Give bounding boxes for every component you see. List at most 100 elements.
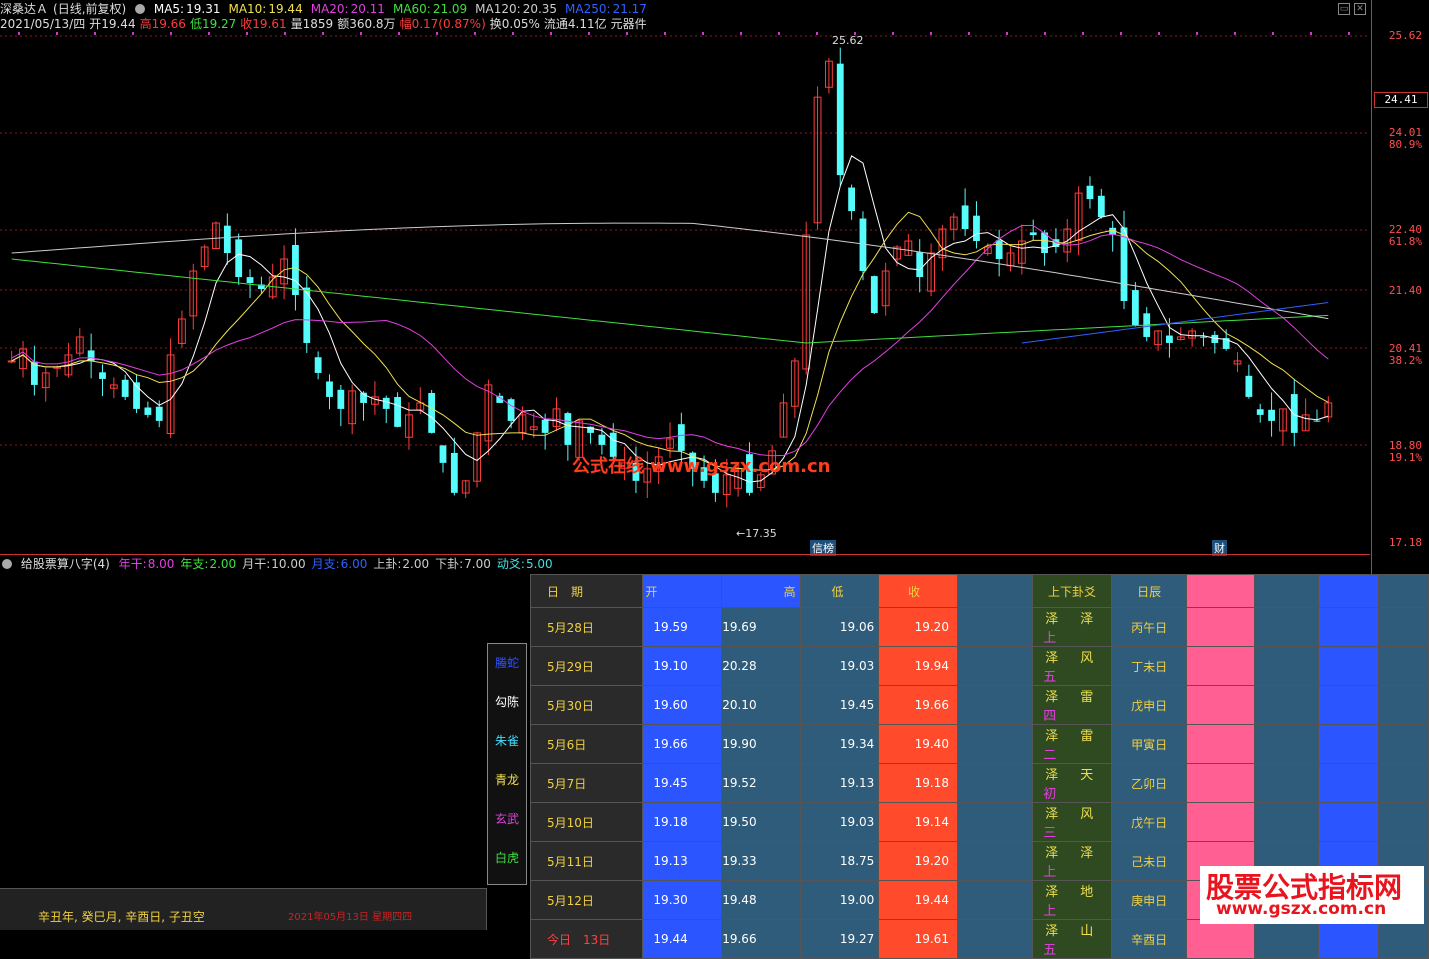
price-tick: 80.9% <box>1388 138 1422 151</box>
candle-down <box>1086 185 1094 200</box>
cell-low: 19.13 <box>799 763 880 803</box>
period-dot <box>56 32 58 35</box>
param-label: 下卦: <box>435 557 464 571</box>
high-price-label: 25.62 <box>832 34 864 47</box>
brand-url: www.gszx.com.cn <box>1216 899 1387 919</box>
gua-g3: 上 <box>1043 865 1057 880</box>
cell-date: 5月30日 <box>529 685 644 725</box>
cell-low: 19.06 <box>799 607 880 647</box>
gua-g2: 雷 <box>1080 729 1094 744</box>
cell-high: 19.90 <box>721 724 801 764</box>
cell-col-c <box>1377 724 1429 764</box>
table-row[interactable]: 今日 13日 19.44 19.66 19.27 19.61 泽 山五 辛酉日 <box>529 919 1429 959</box>
candle-down <box>1166 335 1173 343</box>
candle-down <box>1245 375 1253 397</box>
cell-pink <box>1186 763 1256 803</box>
candle-down <box>121 379 129 397</box>
table-row[interactable]: 5月28日 19.59 19.69 19.06 19.20 泽 泽上 丙午日 <box>529 607 1429 647</box>
price-tick: 61.8% <box>1388 235 1422 248</box>
gua-g1: 泽 <box>1045 846 1059 861</box>
candle-down <box>541 419 549 433</box>
table-row[interactable]: 5月7日 19.45 19.52 19.13 19.18 泽 天初 乙卯日 <box>529 763 1429 803</box>
cell-col-b <box>1317 724 1379 764</box>
gua-g1: 泽 <box>1045 768 1059 783</box>
gua-g2: 泽 <box>1080 612 1094 627</box>
cell-close: 19.20 <box>878 607 958 647</box>
candle-down <box>1200 336 1207 338</box>
period-dot <box>702 32 704 35</box>
cell-day: 乙卯日 <box>1110 763 1188 803</box>
candle-down <box>337 389 345 409</box>
period-dot <box>208 32 210 35</box>
settings-circle-icon[interactable] <box>135 4 146 14</box>
table-row[interactable]: 5月30日 19.60 20.10 19.45 19.66 泽 雷四 戊申日 <box>529 685 1429 725</box>
candle-down <box>314 357 322 373</box>
header-date: 日 期 <box>529 574 644 608</box>
ganzhi-text: 辛丑年, 癸巳月, 辛酉日, 子丑空 <box>38 910 205 924</box>
gua-g3: 二 <box>1043 748 1057 763</box>
low-price-label: ←17.35 <box>736 527 777 540</box>
gua-g1: 泽 <box>1045 924 1059 939</box>
cell-high: 19.48 <box>721 880 801 920</box>
period-dot <box>94 32 96 35</box>
cell-low: 18.75 <box>799 841 880 881</box>
gua-g2: 山 <box>1080 924 1094 939</box>
period-dot <box>892 32 894 35</box>
cell-close: 19.40 <box>878 724 958 764</box>
period-dot <box>284 32 286 35</box>
table-row[interactable]: 5月10日 19.18 19.50 19.03 19.14 泽 风三 戊午日 <box>529 802 1429 842</box>
param-value: 2.00 <box>209 557 237 571</box>
cell-col-c <box>1377 763 1429 803</box>
cell-close: 19.18 <box>878 763 958 803</box>
quote-date: 2021/05/13/四 <box>0 17 86 31</box>
param-label: 年干: <box>118 557 147 571</box>
cell-close: 19.20 <box>878 841 958 881</box>
ma-value: 20.11 <box>350 2 385 16</box>
candle-down <box>439 445 447 463</box>
cell-close: 19.94 <box>878 646 958 686</box>
period-dot <box>246 32 248 35</box>
minimize-icon[interactable]: ▭ <box>1338 3 1350 15</box>
indicator-name[interactable]: 给股票算八字(4) <box>21 557 110 571</box>
table-row[interactable]: 5月6日 19.66 19.90 19.34 19.40 泽 雷二 甲寅日 <box>529 724 1429 764</box>
quote-float: 流通4.11亿 <box>543 17 607 31</box>
cell-col-b <box>1317 646 1379 686</box>
gua-g2: 风 <box>1080 651 1094 666</box>
gua-g3: 三 <box>1043 826 1057 841</box>
stock-name[interactable]: 深桑达Ａ <box>0 2 48 16</box>
cell-col-a <box>1254 685 1319 725</box>
cell-high: 20.28 <box>721 646 801 686</box>
cell-pink <box>1186 802 1256 842</box>
indicator-settings-icon[interactable] <box>2 559 12 569</box>
header-close: 收 <box>878 574 958 608</box>
candle-down <box>1313 420 1321 422</box>
cell-blank <box>956 685 1034 725</box>
gua-g3: 四 <box>1043 709 1057 724</box>
candle-down <box>326 381 333 397</box>
gua-g1: 泽 <box>1045 651 1059 666</box>
period-dot <box>664 32 666 35</box>
candle-down <box>246 277 254 284</box>
datetime-text: 2021年05月13日 星期四四 <box>288 912 413 923</box>
candle-down <box>961 205 969 230</box>
ma-label: MA5: <box>153 2 185 16</box>
candle-down <box>598 434 606 445</box>
table-row[interactable]: 5月29日 19.10 20.28 19.03 19.94 泽 风五 丁未日 <box>529 646 1429 686</box>
ma-value: 20.35 <box>522 2 558 16</box>
candle-down <box>144 407 152 415</box>
watermark-text: 公式在线 www.gszx.com.cn <box>572 456 831 477</box>
cell-blank <box>956 724 1034 764</box>
cell-open: 19.13 <box>642 841 723 881</box>
cell-gua: 泽 泽上 <box>1032 607 1112 647</box>
candle-down <box>507 399 515 421</box>
cell-day: 戊申日 <box>1110 685 1188 725</box>
period-dot <box>436 32 438 35</box>
cell-col-c <box>1377 919 1429 959</box>
period-dot <box>740 32 742 35</box>
indicator-params: 年干:8.00 年支:2.00 月干:10.00 月支:6.00 上卦:2.00 下卦:7… <box>119 557 559 571</box>
cell-open: 19.18 <box>642 802 723 842</box>
period-dot <box>968 32 970 35</box>
close-icon[interactable]: ✕ <box>1354 3 1366 15</box>
candle-down <box>836 63 844 176</box>
ma-label: MA250: <box>565 2 611 16</box>
